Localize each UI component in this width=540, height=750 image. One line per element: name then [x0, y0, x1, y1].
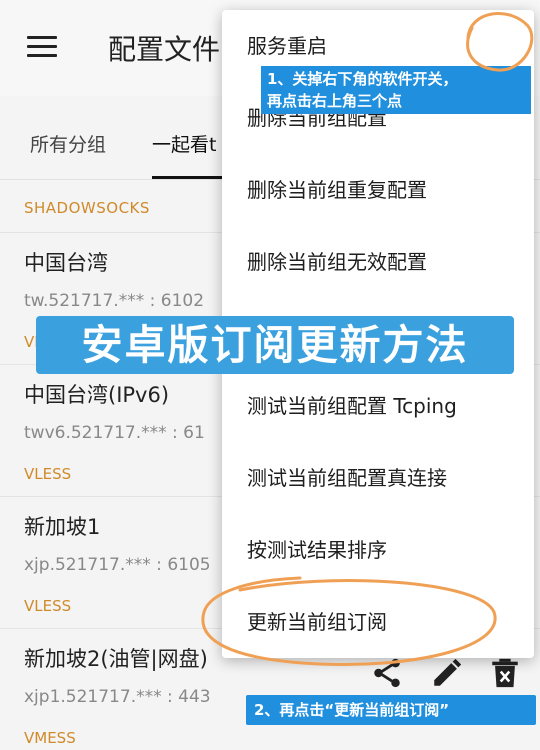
menu-item-sort-by-result[interactable]: 按测试结果排序 — [222, 514, 534, 586]
server-name: 中国台湾 — [24, 251, 108, 275]
protocol-label-shadowsocks: SHADOWSOCKS — [24, 199, 150, 217]
menu-item-delete-duplicate-configs[interactable]: 删除当前组重复配置 — [222, 154, 534, 226]
step2-annotation: 2、再点击“更新当前组订阅” — [246, 695, 536, 725]
menu-item-test-real-connection[interactable]: 测试当前组配置真连接 — [222, 442, 534, 514]
app-title: 配置文件 — [108, 33, 221, 66]
share-icon[interactable] — [370, 656, 404, 690]
server-address: xjp.521717.*** : 6105 — [24, 555, 211, 575]
menu-item-update-subscription[interactable]: 更新当前组订阅 — [222, 586, 534, 658]
step1-annotation: 1、关掉右下角的软件开关， 再点击右上角三个点 — [261, 66, 531, 114]
tab-all-groups[interactable]: 所有分组 — [30, 130, 106, 157]
banner-text: 安卓版订阅更新方法 — [81, 321, 469, 369]
server-address: twv6.521717.*** : 61 — [24, 423, 205, 443]
protocol-label: VLESS — [24, 597, 72, 615]
edit-icon[interactable] — [430, 656, 464, 690]
server-address: xjp1.521717.*** : 443 — [24, 687, 211, 707]
tab-active-group[interactable]: 一起看t — [152, 130, 216, 157]
menu-item-test-tcping[interactable]: 测试当前组配置 Tcping — [222, 370, 534, 442]
title-banner: 安卓版订阅更新方法 — [36, 316, 514, 374]
step1-line2: 再点击右上角三个点 — [267, 92, 403, 110]
protocol-label: VMESS — [24, 729, 76, 747]
server-address: tw.521717.*** : 6102 — [24, 291, 205, 311]
menu-item-delete-invalid-configs[interactable]: 删除当前组无效配置 — [222, 226, 534, 298]
protocol-label: VLESS — [24, 465, 72, 483]
server-name: 新加坡1 — [24, 515, 101, 539]
server-name: 中国台湾(IPv6) — [24, 383, 170, 407]
delete-icon[interactable] — [488, 656, 522, 690]
step1-line1: 1、关掉右下角的软件开关， — [267, 70, 458, 88]
server-name: 新加坡2(油管|网盘) — [24, 647, 208, 671]
menu-icon[interactable] — [27, 36, 57, 58]
row-actions — [370, 656, 530, 692]
